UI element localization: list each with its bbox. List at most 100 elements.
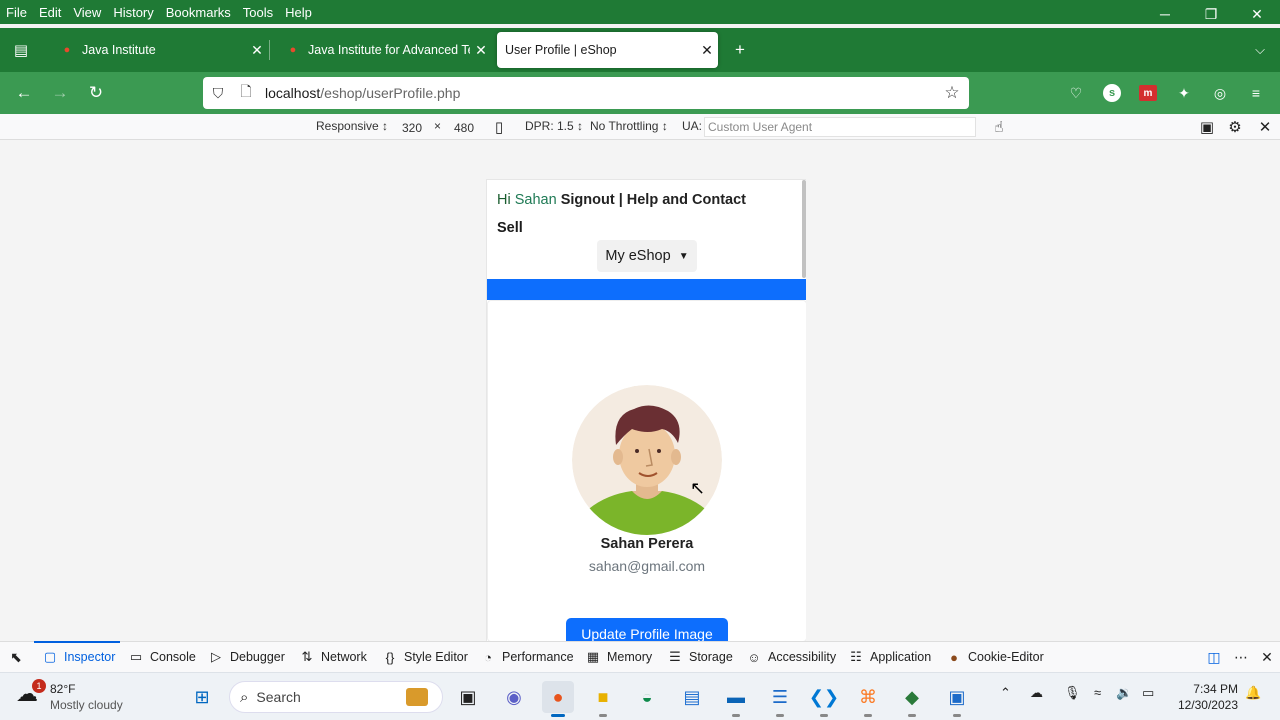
app-blue-icon[interactable]: ▬ <box>720 681 752 717</box>
rotate-viewport-icon[interactable]: ▯ <box>490 118 508 136</box>
devtools-tab-performance[interactable]: ◔ Performance <box>480 642 574 672</box>
devtools-tab-accessibility[interactable]: ☺ Accessibility <box>746 642 836 672</box>
rdm-toolbar: Responsive ↕ 320 × 480 ▯ DPR: 1.5 ↕ No T… <box>0 114 1280 140</box>
responsive-mode-icon[interactable]: ◫ <box>1205 648 1223 666</box>
forward-icon[interactable]: → <box>47 80 73 106</box>
tab-close-icon[interactable]: ✕ <box>696 42 718 59</box>
cookie-extension-icon[interactable]: ◎ <box>1209 82 1231 104</box>
tray-chevron-icon[interactable]: ⌃ <box>1000 685 1011 701</box>
list-tabs-icon[interactable]: ⌵ <box>1247 37 1273 63</box>
wifi-icon[interactable]: ≈ <box>1094 685 1101 700</box>
minimize-icon[interactable]: ─ <box>1142 0 1188 28</box>
tab-close-icon[interactable]: ✕ <box>246 42 268 59</box>
more-options-icon[interactable]: ⋯ <box>1232 648 1250 666</box>
vscode-icon[interactable]: ❮❯ <box>808 681 840 717</box>
devtools-tab-inspector[interactable]: ▢ Inspector <box>34 641 120 672</box>
notification-bell-icon[interactable]: 🔔 <box>1245 685 1261 701</box>
screenshot-icon[interactable]: ▣ <box>1198 118 1216 136</box>
weather-widget[interactable]: ☁ 1 82°F Mostly cloudy <box>16 679 123 713</box>
menu-bar: File Edit View History Bookmarks Tools H… <box>0 0 1280 24</box>
volume-icon[interactable]: 🔉 <box>1116 685 1132 701</box>
close-icon[interactable]: ✕ <box>1234 0 1280 28</box>
element-picker-icon[interactable]: ⬉ <box>7 648 25 666</box>
my-eshop-dropdown[interactable]: My eShop ▼ <box>597 240 697 272</box>
devtools-tab-label: Inspector <box>64 650 116 664</box>
header-links[interactable]: Signout | Help and Contact <box>561 192 746 208</box>
devtools-tab-application[interactable]: ☷ Application <box>848 642 931 672</box>
menu-bookmarks[interactable]: Bookmarks <box>160 5 237 20</box>
file-explorer-icon[interactable]: ■ <box>587 681 619 717</box>
devtools-tab-cookie-editor[interactable]: ● Cookie-Editor <box>946 642 1044 672</box>
user-agent-input[interactable]: Custom User Agent <box>704 117 976 137</box>
app-menu-icon[interactable]: ≡ <box>1245 82 1267 104</box>
dpr-selector[interactable]: DPR: 1.5 ↕ <box>525 119 583 133</box>
edge-icon[interactable]: ◒ <box>631 681 663 713</box>
tab-java-institute[interactable]: ● Java Institute ✕ <box>46 32 270 68</box>
tab-overview-icon[interactable]: ▤ <box>8 37 34 63</box>
restore-icon[interactable]: ❐ <box>1188 0 1234 28</box>
throttling-selector[interactable]: No Throttling ↕ <box>590 119 668 133</box>
tab-java-institute-advanced[interactable]: ● Java Institute for Advanced Tec ✕ <box>272 32 492 68</box>
task-view-icon[interactable]: ▣ <box>452 681 484 713</box>
page-icon[interactable]: 🗋 <box>235 81 257 105</box>
close-devtools-icon[interactable]: ✕ <box>1258 648 1276 666</box>
system-clock[interactable]: 7:34 PM 12/30/2023 <box>1170 681 1238 713</box>
firefox-icon[interactable]: ● <box>542 681 574 717</box>
settings-gear-icon[interactable]: ⚙ <box>1226 118 1244 136</box>
devtools-tab-storage[interactable]: ☰ Storage <box>667 642 733 672</box>
extensions-puzzle-icon[interactable]: ✦ <box>1173 82 1195 104</box>
notepad-icon[interactable]: ☰ <box>764 681 796 717</box>
menu-file[interactable]: File <box>0 5 33 20</box>
teams-chat-icon[interactable]: ◉ <box>498 681 530 713</box>
network-icon: ⇅ <box>301 649 313 664</box>
devtools-tab-console[interactable]: ▭ Console <box>128 642 196 672</box>
store-icon[interactable]: ▤ <box>676 681 708 713</box>
cloud-icon: ☁ 1 <box>16 679 46 709</box>
xampp-icon[interactable]: ⌘ <box>852 681 884 717</box>
reload-icon[interactable]: ↻ <box>83 80 109 106</box>
mouse-cursor-icon: ↖ <box>690 478 706 498</box>
menu-history[interactable]: History <box>107 5 159 20</box>
storage-icon: ☰ <box>669 649 681 664</box>
pocket-icon[interactable]: ♡ <box>1065 82 1087 104</box>
menu-tools[interactable]: Tools <box>237 5 279 20</box>
viewport-height-input[interactable]: 480 <box>446 117 482 137</box>
screen-recorder-icon[interactable]: ▣ <box>941 681 973 717</box>
microphone-icon[interactable]: 🎙 <box>1064 685 1081 701</box>
devtools-tab-network[interactable]: ⇅ Network <box>299 642 367 672</box>
devtools-tab-label: Accessibility <box>768 650 837 664</box>
devtools-tab-debugger[interactable]: ▷ Debugger <box>208 642 285 672</box>
extension-s-icon[interactable]: s <box>1101 82 1123 104</box>
extension-m-icon[interactable]: m <box>1137 82 1159 104</box>
touch-simulation-icon[interactable]: ☝ <box>990 118 1008 136</box>
windows-start-icon[interactable]: ⊞ <box>186 681 218 713</box>
url-bar[interactable]: ⛉ 🗋 localhost/eshop/userProfile.php ☆ <box>203 77 969 109</box>
taskbar-search[interactable]: ⌕ Search <box>229 681 443 713</box>
dropdown-label: My eShop <box>605 248 671 264</box>
sell-link[interactable]: Sell <box>497 220 523 236</box>
devtools-tab-style-editor[interactable]: {} Style Editor <box>382 642 468 672</box>
onedrive-icon[interactable]: ☁ <box>1030 685 1043 701</box>
update-profile-image-button[interactable]: Update Profile Image <box>566 618 728 641</box>
tab-user-profile[interactable]: User Profile | eShop ✕ <box>497 32 718 68</box>
device-selector[interactable]: Responsive ↕ <box>316 119 388 133</box>
devtools-tab-memory[interactable]: ▦ Memory <box>585 642 652 672</box>
menu-edit[interactable]: Edit <box>33 5 67 20</box>
heidisql-icon[interactable]: ◆ <box>896 681 928 717</box>
menu-view[interactable]: View <box>67 5 107 20</box>
tab-title: User Profile | eShop <box>505 43 617 57</box>
battery-icon[interactable]: ▭ <box>1142 685 1154 701</box>
viewport-width-input[interactable]: 320 <box>394 117 430 137</box>
viewport-scrollbar[interactable] <box>802 180 806 278</box>
shield-icon[interactable]: ⛉ <box>207 85 229 102</box>
weather-badge: 1 <box>32 679 46 693</box>
console-icon: ▭ <box>129 649 143 664</box>
close-rdm-icon[interactable]: ✕ <box>1256 118 1274 136</box>
menu-help[interactable]: Help <box>279 5 318 20</box>
tab-close-icon[interactable]: ✕ <box>470 42 492 59</box>
new-tab-icon[interactable]: + <box>727 37 753 63</box>
back-icon[interactable]: ← <box>11 80 37 106</box>
bookmark-star-icon[interactable]: ☆ <box>941 82 963 104</box>
url-path: /eshop/userProfile.php <box>320 85 461 101</box>
style-editor-icon: {} <box>385 649 395 665</box>
